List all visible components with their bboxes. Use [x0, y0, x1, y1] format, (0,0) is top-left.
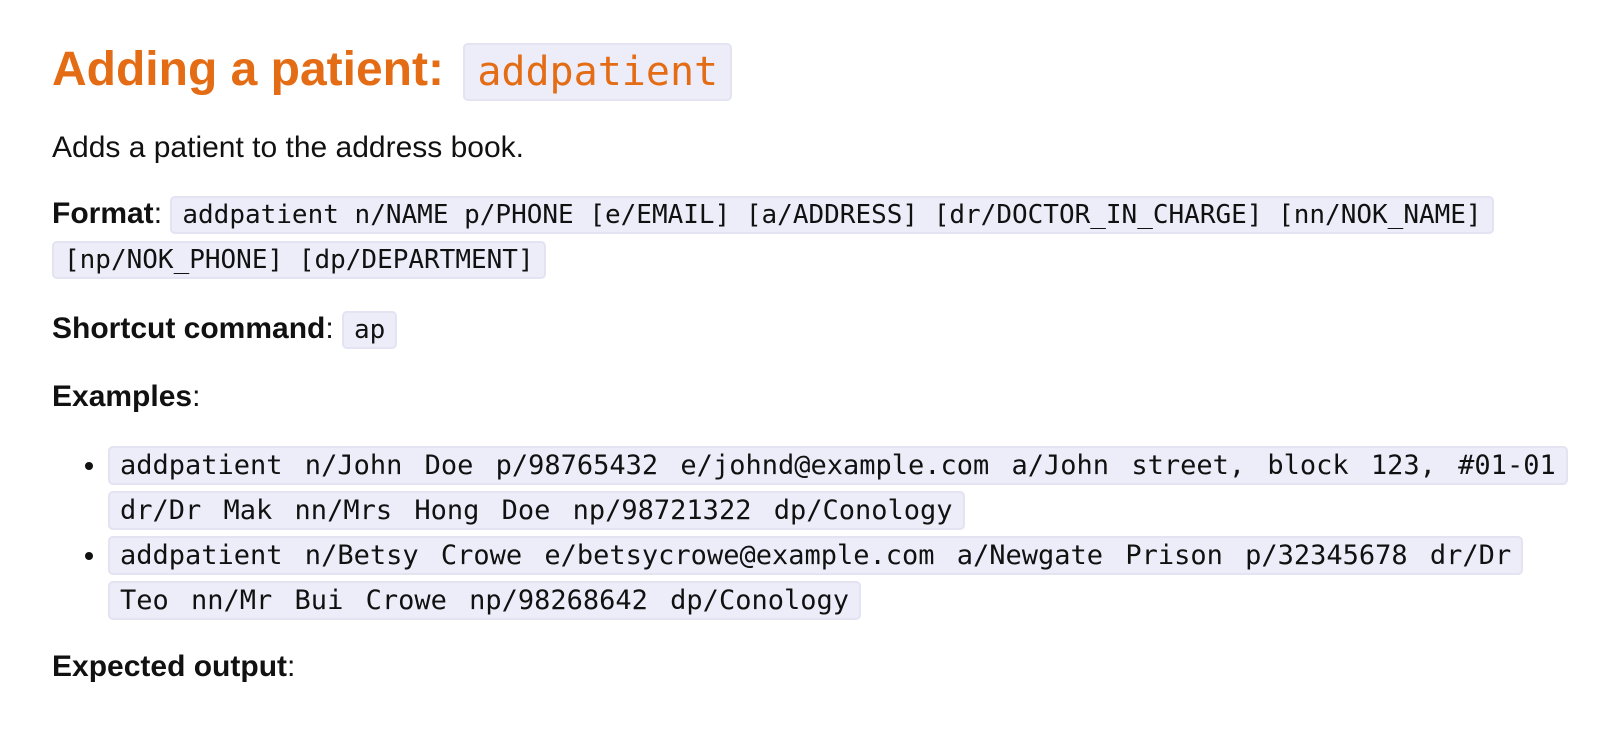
examples-label: Examples [52, 380, 193, 413]
expected-output-paragraph: Expected output: [52, 650, 296, 683]
command-name-code: addpatient [463, 43, 733, 101]
shortcut-label: Shortcut command [52, 312, 326, 345]
shortcut-paragraph: Shortcut command: ap [52, 304, 1582, 355]
command-description: Adds a patient to the address book. [52, 131, 524, 164]
expected-output-label: Expected output [52, 650, 288, 683]
examples-paragraph: Examples: [52, 380, 201, 413]
shortcut-code: ap [342, 311, 398, 349]
example-code: addpatient n/John Doe p/98765432 e/johnd… [108, 446, 1568, 530]
format-paragraph: Format: addpatient n/NAME p/PHONE [e/EMA… [52, 192, 1582, 282]
section-heading-text: Adding a patient: [52, 43, 444, 96]
example-item: addpatient n/Betsy Crowe e/betsycrowe@ex… [108, 533, 1582, 623]
example-code: addpatient n/Betsy Crowe e/betsycrowe@ex… [108, 536, 1524, 620]
examples-list: addpatient n/John Doe p/98765432 e/johnd… [52, 443, 1582, 623]
section-heading: Adding a patient: addpatient [52, 36, 1582, 106]
example-item: addpatient n/John Doe p/98765432 e/johnd… [108, 443, 1582, 533]
document-section: Adding a patient: addpatient Adds a pati… [52, 36, 1582, 687]
format-label: Format [52, 197, 154, 230]
format-syntax-code: addpatient n/NAME p/PHONE [e/EMAIL] [a/A… [52, 196, 1494, 279]
